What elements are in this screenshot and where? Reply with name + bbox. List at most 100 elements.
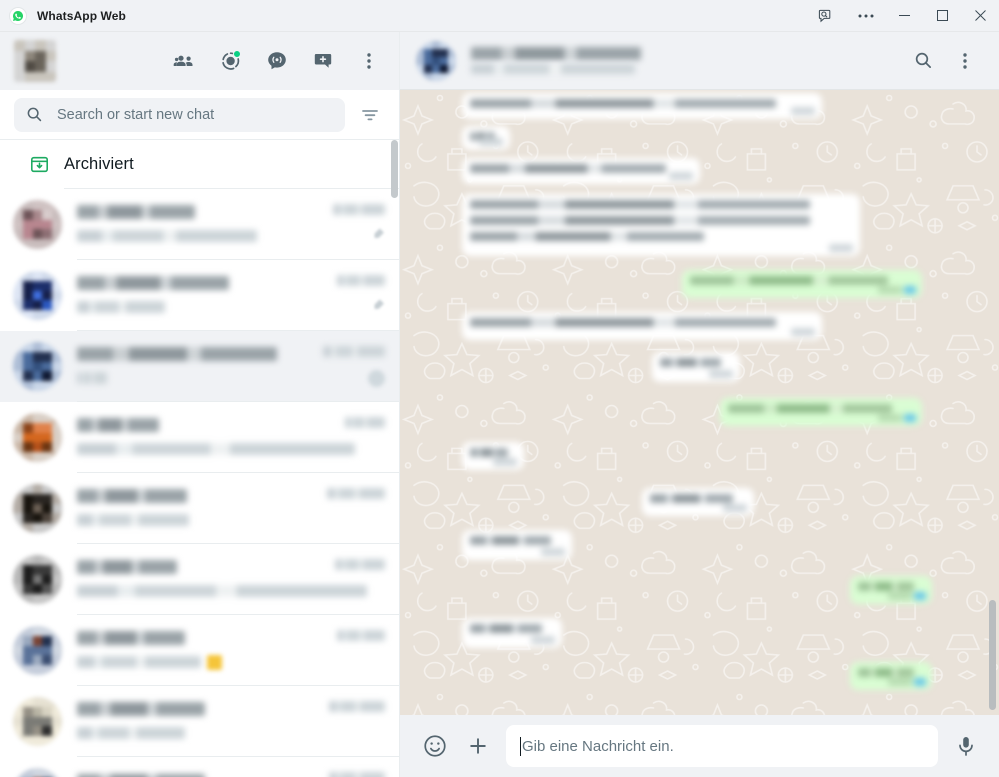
chat-list-item[interactable] — [0, 615, 399, 686]
chat-avatar[interactable] — [13, 555, 62, 604]
contact-name — [471, 47, 641, 60]
message-timestamp — [791, 107, 815, 115]
conversation-header[interactable] — [400, 32, 999, 90]
microphone-icon[interactable] — [951, 731, 981, 761]
channels-icon[interactable] — [259, 43, 295, 79]
message-scrollbar-thumb[interactable] — [989, 600, 996, 710]
chat-list-item[interactable] — [0, 544, 399, 615]
outgoing-message-bubble[interactable] — [850, 576, 932, 604]
chat-title — [77, 631, 185, 645]
status-unread-badge — [233, 50, 241, 58]
chat-timestamp — [337, 629, 385, 641]
message-timestamp — [878, 414, 902, 422]
chat-avatar[interactable] — [13, 768, 62, 777]
chat-timestamp — [327, 487, 385, 499]
chat-preview — [77, 443, 355, 455]
menu-icon[interactable] — [351, 43, 387, 79]
incoming-message-bubble[interactable] — [462, 618, 562, 648]
message-timestamp — [878, 286, 902, 294]
pinned-icon — [371, 298, 385, 317]
incoming-message-bubble[interactable] — [462, 312, 822, 340]
message-text-line — [470, 448, 508, 457]
chat-avatar[interactable] — [13, 342, 62, 391]
chat-item-content — [77, 686, 399, 757]
pinned-icon — [371, 227, 385, 246]
chat-item-content — [77, 757, 399, 777]
new-chat-icon[interactable] — [305, 43, 341, 79]
incoming-message-bubble[interactable] — [462, 126, 510, 150]
message-text-line — [660, 358, 722, 367]
message-text-line — [470, 536, 551, 545]
chat-preview — [77, 656, 201, 668]
close-icon[interactable] — [961, 0, 999, 31]
communities-icon[interactable] — [167, 43, 203, 79]
chat-title — [77, 702, 205, 716]
message-timestamp — [669, 172, 693, 180]
maximize-icon[interactable] — [923, 0, 961, 31]
chat-list-item[interactable] — [0, 189, 399, 260]
incoming-message-bubble[interactable] — [462, 158, 700, 184]
chat-avatar[interactable] — [13, 484, 62, 533]
chat-avatar[interactable] — [13, 697, 62, 746]
chat-list-item[interactable] — [0, 331, 399, 402]
search-input[interactable] — [57, 106, 333, 123]
outgoing-message-bubble[interactable] — [682, 270, 922, 298]
search-box[interactable] — [14, 97, 345, 132]
search-in-chat-icon[interactable] — [905, 43, 941, 79]
chat-avatar[interactable] — [13, 271, 62, 320]
outgoing-message-bubble[interactable] — [850, 662, 932, 690]
incoming-message-bubble[interactable] — [462, 442, 524, 470]
chat-list-scrollbar-thumb[interactable] — [391, 140, 398, 198]
chat-list-item[interactable] — [0, 402, 399, 473]
search-chats-icon[interactable] — [803, 0, 847, 31]
archived-row[interactable]: Archiviert — [0, 140, 399, 188]
chat-avatar[interactable] — [13, 200, 62, 249]
chat-avatar[interactable] — [13, 413, 62, 462]
chat-item-title-row — [77, 628, 385, 649]
chat-list-item[interactable] — [0, 260, 399, 331]
app-body: Archiviert — [0, 32, 999, 777]
chat-item-content — [77, 331, 399, 402]
chat-item-title-row — [77, 344, 385, 365]
chat-title — [77, 276, 229, 290]
status-icon[interactable] — [213, 43, 249, 79]
whatsapp-logo-icon — [9, 6, 27, 25]
incoming-message-bubble[interactable] — [642, 488, 754, 516]
incoming-message-bubble[interactable] — [462, 93, 822, 119]
message-area[interactable] — [400, 90, 999, 715]
profile-avatar[interactable] — [14, 40, 56, 82]
chat-list-item[interactable] — [0, 686, 399, 757]
chat-title — [77, 773, 205, 777]
chat-avatar[interactable] — [13, 626, 62, 675]
chat-list-item[interactable] — [0, 473, 399, 544]
message-composer — [400, 715, 999, 777]
chat-list[interactable]: Archiviert — [0, 139, 399, 777]
chat-item-title-row — [77, 557, 385, 578]
incoming-message-bubble[interactable] — [462, 530, 572, 560]
chat-item-title-row — [77, 273, 385, 294]
chat-menu-icon[interactable] — [947, 43, 983, 79]
contact-info — [471, 47, 641, 74]
message-text-line — [470, 200, 811, 209]
sidebar-header — [0, 32, 399, 90]
message-input[interactable] — [522, 737, 924, 755]
read-receipt-icon — [914, 592, 926, 600]
read-receipt-icon — [904, 414, 916, 422]
incoming-message-bubble[interactable] — [652, 352, 740, 382]
chat-preview — [77, 727, 185, 739]
unread-badge — [368, 369, 385, 387]
more-options-icon[interactable] — [847, 0, 885, 31]
chat-rows-container — [0, 189, 399, 777]
chat-list-item[interactable] — [0, 757, 399, 777]
message-input-wrap[interactable] — [506, 725, 938, 767]
chat-item-preview-row — [77, 581, 385, 602]
outgoing-message-bubble[interactable] — [720, 398, 922, 426]
contact-avatar[interactable] — [416, 40, 456, 81]
plus-attach-icon[interactable] — [463, 731, 493, 761]
minimize-icon[interactable] — [885, 0, 923, 31]
incoming-message-bubble[interactable] — [462, 194, 860, 256]
emoji-icon[interactable] — [420, 731, 450, 761]
chat-preview — [77, 585, 367, 597]
filter-icon[interactable] — [353, 98, 387, 132]
message-timestamp — [791, 328, 815, 336]
